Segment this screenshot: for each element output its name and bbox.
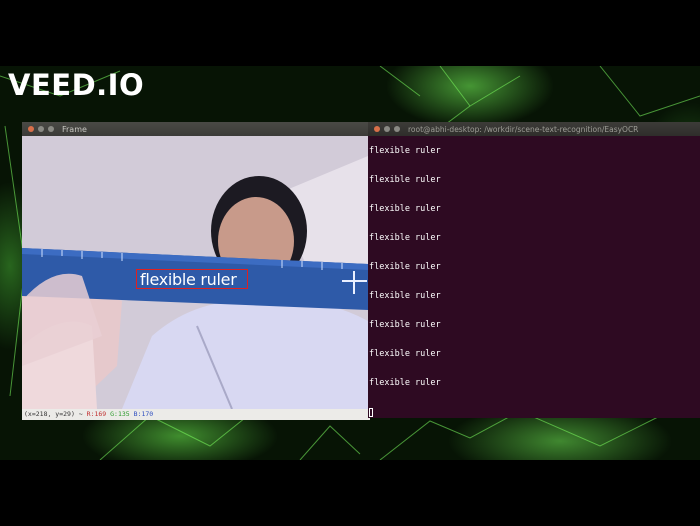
- terminal-line: flexible ruler: [369, 204, 441, 214]
- pixel-status-bar: (x=218, y=29) ~ R:169 G:135 B:170: [22, 409, 370, 420]
- terminal-line: flexible ruler: [369, 146, 441, 156]
- letterbox-bottom: [0, 460, 700, 526]
- terminal-cursor: [369, 408, 373, 417]
- maximize-button[interactable]: [394, 126, 400, 132]
- close-button[interactable]: [28, 126, 34, 132]
- terminal-title: root@abhi-desktop: /workdir/scene-text-r…: [408, 124, 639, 134]
- frame-title: Frame: [62, 124, 87, 134]
- terminal-line: flexible ruler: [369, 291, 441, 301]
- terminal-line: flexible ruler: [369, 233, 441, 243]
- status-g: G:135: [110, 410, 130, 418]
- terminal-line: flexible ruler: [369, 320, 441, 330]
- camera-feed: flexible ruler: [22, 136, 368, 409]
- terminal-titlebar[interactable]: root@abhi-desktop: /workdir/scene-text-r…: [368, 122, 700, 136]
- status-xy: (x=218, y=29) ~: [24, 410, 83, 418]
- terminal-line: flexible ruler: [369, 175, 441, 185]
- terminal-line: flexible ruler: [369, 262, 441, 272]
- terminal-line: flexible ruler: [369, 349, 441, 359]
- status-r: R:169: [86, 410, 107, 418]
- minimize-button[interactable]: [384, 126, 390, 132]
- frame-titlebar[interactable]: Frame: [22, 122, 368, 136]
- letterbox-top: [0, 0, 700, 66]
- terminal-line: flexible ruler: [369, 378, 441, 388]
- terminal-window[interactable]: root@abhi-desktop: /workdir/scene-text-r…: [368, 122, 700, 418]
- detected-text: flexible ruler: [140, 270, 237, 289]
- close-button[interactable]: [374, 126, 380, 132]
- terminal-output[interactable]: flexible ruler flexible ruler flexible r…: [368, 136, 700, 418]
- minimize-button[interactable]: [38, 126, 44, 132]
- status-b: B:170: [133, 410, 154, 418]
- veed-logo: VEED.IO: [8, 68, 145, 102]
- maximize-button[interactable]: [48, 126, 54, 132]
- frame-window: Frame flexible ruler (x=218, y=29) ~ R:1…: [22, 122, 370, 420]
